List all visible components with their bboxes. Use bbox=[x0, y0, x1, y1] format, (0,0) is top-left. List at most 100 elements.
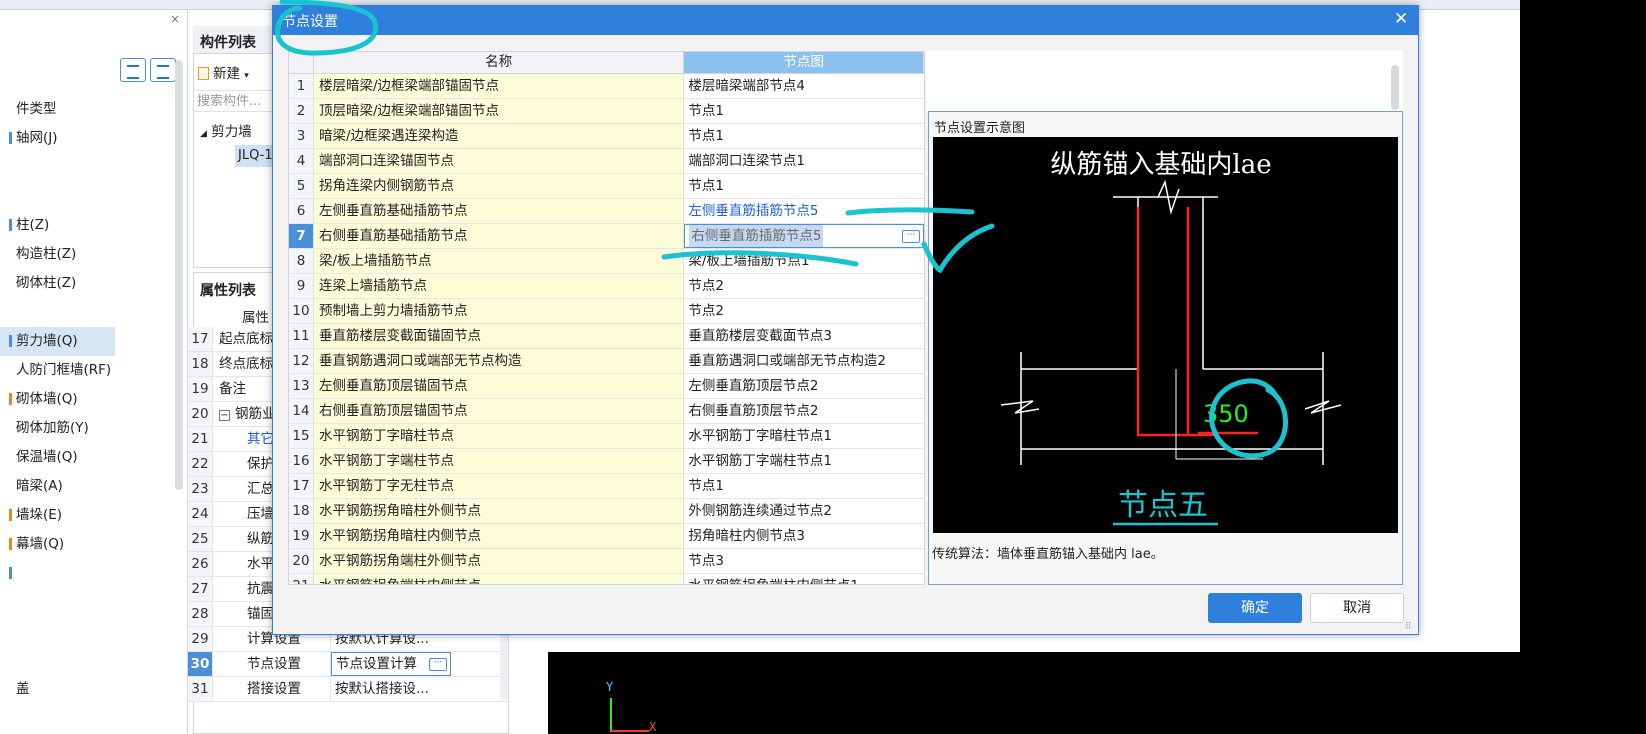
sidebar-item[interactable]: 轴网(J) bbox=[0, 124, 185, 153]
property-row-index: 27 bbox=[188, 577, 213, 601]
sidebar-item[interactable] bbox=[0, 646, 185, 675]
property-row-index: 21 bbox=[188, 427, 213, 451]
cancel-button[interactable]: 取消 bbox=[1310, 593, 1404, 623]
sidebar-item[interactable]: 墙垛(E) bbox=[0, 501, 185, 530]
sidebar-item[interactable] bbox=[0, 588, 185, 617]
property-value[interactable]: 节点设置计算 ··· bbox=[331, 652, 451, 676]
table-row[interactable]: 13 左侧垂直筋顶层锚固节点 左侧垂直筋顶层节点2 bbox=[289, 374, 924, 399]
sidebar-item[interactable]: 幕墙(Q) bbox=[0, 530, 185, 559]
property-row[interactable]: 31 搭接设置 按默认搭接设... bbox=[188, 677, 509, 702]
detail-view-icon[interactable] bbox=[150, 58, 176, 82]
table-row[interactable]: 10 预制墙上剪力墙插筋节点 节点2 bbox=[289, 299, 924, 324]
node-diagram-cell[interactable]: 节点1 bbox=[684, 99, 924, 123]
node-diagram-cell[interactable]: 右侧垂直筋顶层节点2 bbox=[684, 399, 924, 423]
sidebar-item[interactable]: 暗梁(A) bbox=[0, 472, 185, 501]
row-index: 8 bbox=[289, 249, 314, 273]
table-row[interactable]: 21水平钢筋拐角端柱内侧节点水平钢筋拐角端柱内侧节点1 bbox=[289, 574, 924, 584]
sidebar-item[interactable]: 人防门框墙(RF) bbox=[0, 356, 185, 385]
ellipsis-button[interactable]: ··· bbox=[429, 657, 447, 671]
table-row[interactable]: 5 拐角连梁内侧钢筋节点 节点1 bbox=[289, 174, 924, 199]
table-row[interactable]: 17 水平钢筋丁字无柱节点 节点1 bbox=[289, 474, 924, 499]
table-row[interactable]: 9 连梁上墙插筋节点 节点2 bbox=[289, 274, 924, 299]
table-row[interactable]: 14 右侧垂直筋顶层锚固节点 右侧垂直筋顶层节点2 bbox=[289, 399, 924, 424]
node-diagram-cell[interactable]: 外侧钢筋连续通过节点2 bbox=[684, 499, 924, 523]
drawing-canvas-right[interactable] bbox=[1520, 0, 1646, 734]
table-row[interactable]: 20 水平钢筋拐角端柱外侧节点 节点3 bbox=[289, 549, 924, 574]
node-diagram-cell[interactable]: 右侧垂直筋插筋节点5 ··· bbox=[684, 224, 924, 248]
property-row-index: 22 bbox=[188, 452, 213, 476]
node-diagram-cell[interactable]: 左侧垂直筋顶层节点2 bbox=[684, 374, 924, 398]
node-diagram-cell[interactable]: 节点2 bbox=[684, 299, 924, 323]
node-diagram-cell[interactable]: 节点1 bbox=[684, 174, 924, 198]
sidebar-item[interactable]: 砌体加筋(Y) bbox=[0, 414, 185, 443]
sidebar-item[interactable] bbox=[0, 153, 185, 182]
property-row[interactable]: 30 节点设置 节点设置计算 ··· bbox=[188, 652, 509, 677]
node-diagram-cell[interactable]: 垂直筋遇洞口或端部无节点构造2 bbox=[684, 349, 924, 373]
node-diagram-cell[interactable]: 垂直筋楼层变截面节点3 bbox=[684, 324, 924, 348]
sidebar-item[interactable]: 件类型 bbox=[0, 95, 185, 124]
node-diagram-cell[interactable]: 梁/板上墙插筋节点1 bbox=[684, 249, 924, 273]
tree-node-shear-wall[interactable]: ◢ 剪力墙 bbox=[200, 120, 252, 140]
collapse-triangle-icon[interactable]: ◢ bbox=[200, 129, 207, 139]
node-diagram-cell[interactable]: 水平钢筋丁字暗柱节点1 bbox=[684, 424, 924, 448]
list-view-icon[interactable] bbox=[120, 58, 146, 82]
sidebar-item[interactable]: 柱(Z) bbox=[0, 211, 185, 240]
chevron-down-icon: ▾ bbox=[244, 71, 249, 81]
component-search-input[interactable]: 搜索构件... bbox=[193, 90, 273, 112]
table-row[interactable]: 1 楼层暗梁/边框梁端部锚固节点 楼层暗梁端部节点4 bbox=[289, 74, 924, 99]
table-row[interactable]: 11 垂直筋楼层变截面锚固节点 垂直筋楼层变截面节点3 bbox=[289, 324, 924, 349]
header-node-diagram[interactable]: 节点图 bbox=[684, 52, 924, 73]
header-name[interactable]: 名称 bbox=[314, 52, 685, 73]
node-diagram-value: 垂直筋楼层变截面节点3 bbox=[688, 328, 832, 344]
component-list-title[interactable]: 构件列表 bbox=[200, 32, 256, 52]
dialog-titlebar[interactable] bbox=[272, 5, 1419, 35]
sidebar-item[interactable]: 保温墙(Q) bbox=[0, 443, 185, 472]
table-row[interactable]: 16 水平钢筋丁字端柱节点 水平钢筋丁字端柱节点1 bbox=[289, 449, 924, 474]
node-diagram-cell[interactable]: 左侧垂直筋插筋节点5 bbox=[684, 199, 924, 223]
sidebar-item[interactable]: 构造柱(Z) bbox=[0, 240, 185, 269]
node-name-cell: 左侧垂直筋顶层锚固节点 bbox=[313, 374, 685, 398]
ok-button[interactable]: 确定 bbox=[1208, 593, 1302, 623]
table-row[interactable]: 15 水平钢筋丁字暗柱节点 水平钢筋丁字暗柱节点1 bbox=[289, 424, 924, 449]
sidebar-item[interactable] bbox=[0, 559, 185, 588]
collapse-box-icon[interactable]: − bbox=[219, 410, 230, 421]
table-row[interactable]: 4 端部洞口连梁锚固节点 端部洞口连梁节点1 bbox=[289, 149, 924, 174]
table-row[interactable]: 18 水平钢筋拐角暗柱外侧节点 外侧钢筋连续通过节点2 bbox=[289, 499, 924, 524]
node-diagram-cell[interactable]: 节点1 bbox=[684, 124, 924, 148]
drawing-canvas[interactable] bbox=[548, 652, 1520, 734]
sidebar-item[interactable]: 砌体柱(Z) bbox=[0, 269, 185, 298]
node-diagram-cell[interactable]: 节点2 bbox=[684, 274, 924, 298]
ellipsis-button[interactable]: ··· bbox=[902, 229, 920, 243]
table-row[interactable]: 19 水平钢筋拐角暗柱内侧节点 拐角暗柱内侧节点3 bbox=[289, 524, 924, 549]
sidebar-item[interactable]: 砌体墙(Q) bbox=[0, 385, 185, 414]
sidebar-item-label: 盖 bbox=[16, 681, 30, 697]
sidebar-item[interactable]: 盖 bbox=[0, 675, 185, 704]
node-diagram-cell[interactable]: 端部洞口连梁节点1 bbox=[684, 149, 924, 173]
node-diagram-cell[interactable]: 水平钢筋丁字端柱节点1 bbox=[684, 449, 924, 473]
table-row[interactable]: 3 暗梁/边框梁遇连梁构造 节点1 bbox=[289, 124, 924, 149]
property-list-title[interactable]: 属性列表 bbox=[200, 280, 256, 300]
table-row[interactable]: 12 垂直钢筋遇洞口或端部无节点构造 垂直筋遇洞口或端部无节点构造2 bbox=[289, 349, 924, 374]
tree-node-jlq[interactable]: JLQ-1 bbox=[235, 145, 275, 167]
sidebar-item[interactable]: 剪力墙(Q) bbox=[0, 327, 115, 356]
table-row[interactable]: 7 右侧垂直筋基础插筋节点 右侧垂直筋插筋节点5 ··· bbox=[289, 224, 924, 249]
table-row[interactable]: 6 左侧垂直筋基础插筋节点 左侧垂直筋插筋节点5 bbox=[289, 199, 924, 224]
resize-grip-icon[interactable]: ⠿ bbox=[1405, 622, 1412, 632]
table-row[interactable]: 2 顶层暗梁/边框梁端部锚固节点 节点1 bbox=[289, 99, 924, 124]
close-icon[interactable]: × bbox=[170, 12, 180, 26]
table-scrollbar[interactable] bbox=[1391, 65, 1399, 110]
node-diagram-cell[interactable]: 节点3 bbox=[684, 549, 924, 573]
property-value[interactable]: 按默认搭接设... bbox=[331, 677, 451, 701]
sidebar-item[interactable] bbox=[0, 617, 185, 646]
table-row[interactable]: 8 梁/板上墙插筋节点 梁/板上墙插筋节点1 bbox=[289, 249, 924, 274]
sidebar-item[interactable] bbox=[0, 298, 185, 327]
node-diagram-cell[interactable]: 节点1 bbox=[684, 474, 924, 498]
node-diagram-cell[interactable]: 拐角暗柱内侧节点3 bbox=[684, 524, 924, 548]
node-diagram-value: 节点1 bbox=[688, 478, 724, 494]
new-component-button[interactable]: 新建 ▾ bbox=[198, 62, 249, 82]
node-diagram-cell[interactable]: 楼层暗梁端部节点4 bbox=[684, 74, 924, 98]
close-icon[interactable]: ✕ bbox=[1394, 9, 1408, 29]
header-index-cell bbox=[289, 52, 314, 73]
sidebar-item[interactable] bbox=[0, 182, 185, 211]
node-diagram-cell[interactable]: 水平钢筋拐角端柱内侧节点1 bbox=[684, 574, 924, 584]
